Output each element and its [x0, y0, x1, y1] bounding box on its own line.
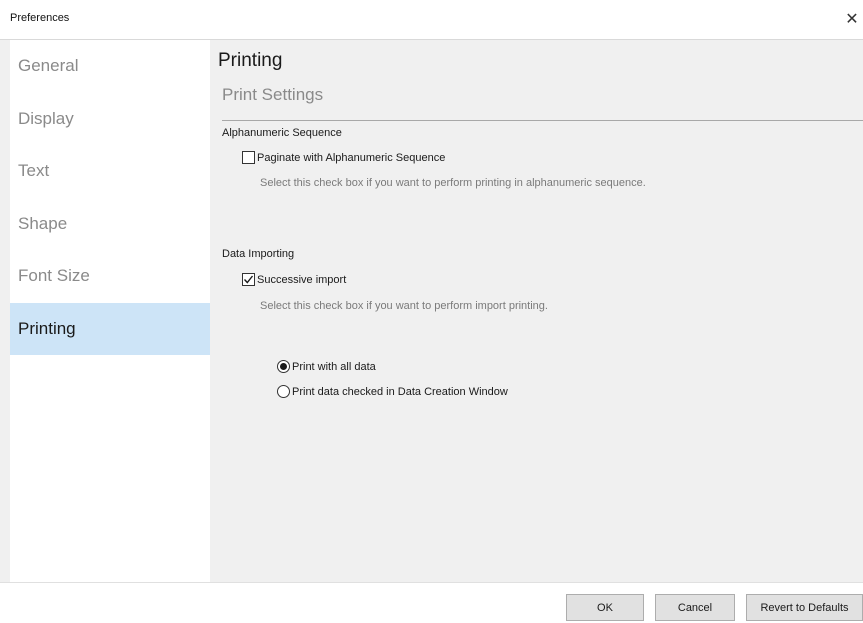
sidebar-item-label: Text — [18, 161, 50, 181]
sidebar-item-shape[interactable]: Shape — [10, 198, 210, 251]
ok-button[interactable]: OK — [566, 594, 644, 621]
checkbox-label: Successive import — [257, 273, 347, 286]
sidebar-item-label: Font Size — [18, 266, 90, 286]
radio-label: Print with all data — [292, 360, 376, 373]
radio-unselected-icon[interactable] — [277, 385, 290, 398]
checkbox-checked-icon[interactable] — [242, 273, 255, 286]
radio-print-checked-data[interactable]: Print data checked in Data Creation Wind… — [277, 385, 508, 398]
section-title: Print Settings — [222, 85, 324, 104]
window-title: Preferences — [10, 12, 70, 24]
data-importing-group-label: Data Importing — [222, 248, 295, 260]
radio-label: Print data checked in Data Creation Wind… — [292, 385, 508, 398]
page-title: Printing — [218, 50, 283, 71]
sidebar-item-label: Display — [18, 108, 74, 128]
checkbox-label: Paginate with Alphanumeric Sequence — [257, 151, 446, 164]
sidebar-item-text[interactable]: Text — [10, 145, 210, 198]
sidebar-item-display[interactable]: Display — [10, 93, 210, 146]
radio-selected-icon[interactable] — [277, 360, 290, 373]
cancel-button[interactable]: Cancel — [655, 594, 735, 621]
section-divider — [222, 120, 863, 121]
category-sidebar: General Display Text Shape Font Size Pri… — [10, 40, 210, 582]
alphanumeric-group-label: Alphanumeric Sequence — [222, 127, 342, 139]
close-icon[interactable]: ✕ — [841, 8, 863, 32]
sidebar-item-general[interactable]: General — [10, 40, 210, 93]
successive-import-description: Select this check box if you want to per… — [260, 300, 548, 312]
preferences-dialog: Preferences ✕ General Display Text Shape… — [0, 0, 863, 623]
sidebar-item-label: Printing — [18, 318, 76, 338]
paginate-alphanumeric-checkbox[interactable]: Paginate with Alphanumeric Sequence — [242, 151, 445, 164]
sidebar-item-label: General — [18, 56, 79, 76]
settings-panel: Printing Print Settings Alphanumeric Seq… — [210, 40, 863, 582]
sidebar-item-font-size[interactable]: Font Size — [10, 250, 210, 303]
title-bar: Preferences ✕ — [0, 0, 863, 40]
dialog-footer: OK Cancel Revert to Defaults — [0, 582, 863, 623]
sidebar-item-label: Shape — [18, 213, 68, 233]
radio-print-all-data[interactable]: Print with all data — [277, 360, 376, 373]
checkbox-unchecked-icon[interactable] — [242, 151, 255, 164]
alphanumeric-description: Select this check box if you want to per… — [260, 177, 646, 189]
successive-import-checkbox[interactable]: Successive import — [242, 273, 346, 286]
revert-to-defaults-button[interactable]: Revert to Defaults — [746, 594, 863, 621]
sidebar-item-printing[interactable]: Printing — [10, 302, 210, 355]
